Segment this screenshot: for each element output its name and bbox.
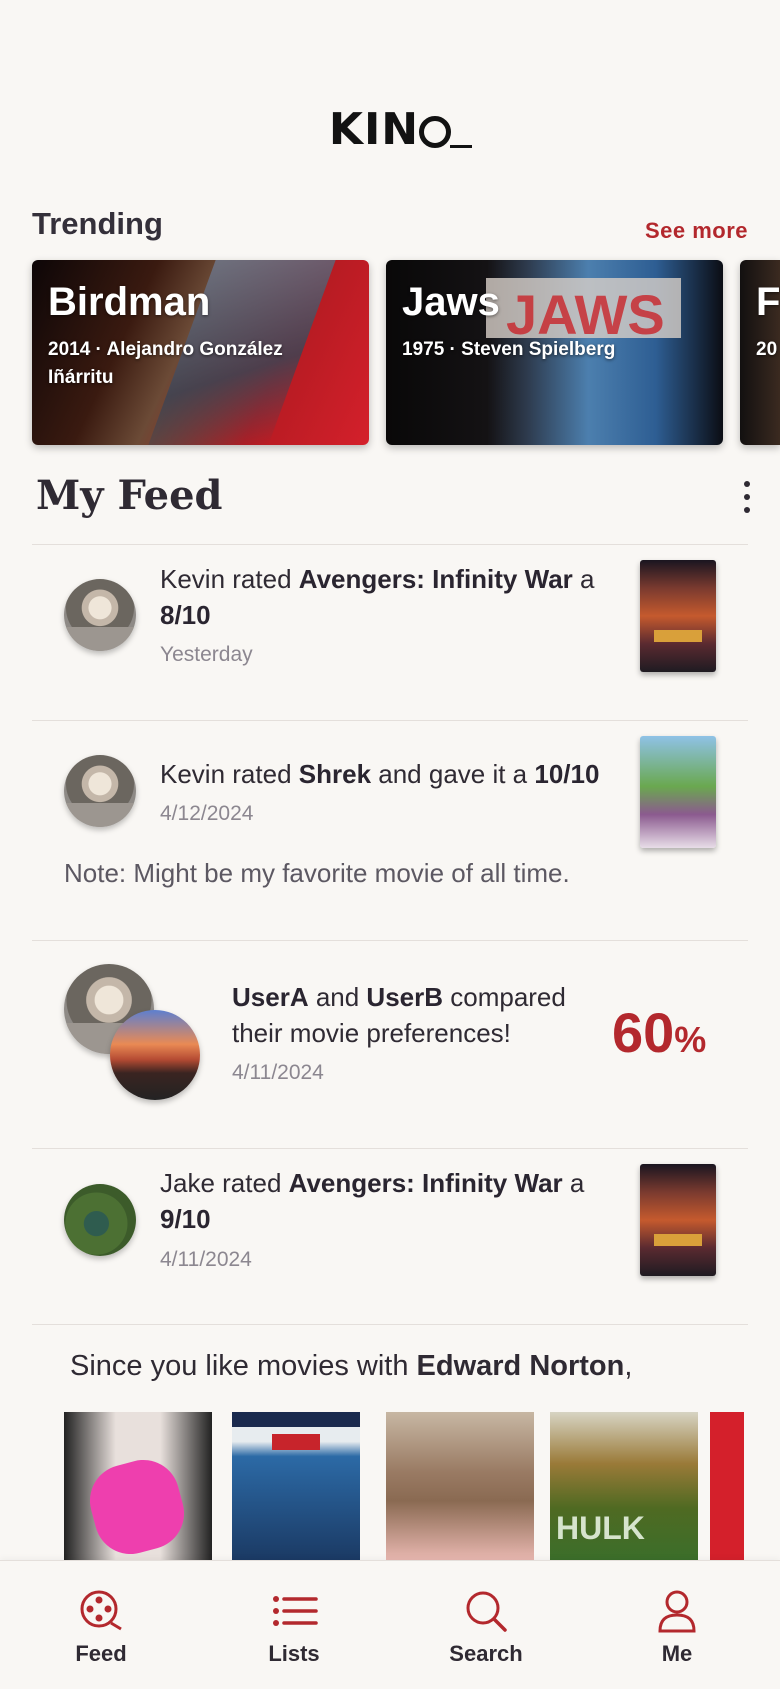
feed-item-text: UserA and UserB compared their movie pre… [232, 982, 566, 1048]
tab-feed[interactable]: Feed [36, 1589, 166, 1667]
trending-card-title: Jaws [402, 280, 500, 324]
trending-card-title: F [756, 280, 780, 324]
logo-text: KIN [328, 104, 420, 155]
trending-card-jaws[interactable]: Jaws 1975 · Steven Spielberg [386, 260, 723, 445]
trending-card-meta: 1975 · Steven Spielberg [402, 339, 616, 360]
feed-item-date: 4/12/2024 [160, 802, 254, 825]
trending-card-meta: 20 [756, 339, 778, 360]
movie-poster[interactable] [640, 736, 716, 848]
trending-card-meta: 2014 · Alejandro González Iñárritu [48, 339, 283, 388]
film-reel-icon [80, 1590, 122, 1631]
feed-item-text: Kevin rated Avengers: Infinity War a 8/1… [160, 564, 595, 630]
film-reel-icon [419, 116, 473, 148]
movie-poster[interactable] [640, 1164, 716, 1276]
feed-item-date: 4/11/2024 [232, 1061, 324, 1084]
recommendation-carousel[interactable] [64, 1412, 744, 1560]
feed-heading: My Feed [36, 472, 223, 519]
tab-search[interactable]: Search [421, 1589, 551, 1667]
avatar[interactable] [64, 1184, 136, 1256]
tab-label: Search [449, 1641, 523, 1666]
see-more-link[interactable]: See more [645, 218, 748, 244]
feed-item-date: Yesterday [160, 643, 253, 666]
divider [32, 720, 748, 721]
avatar[interactable] [64, 755, 136, 827]
trending-card-partial[interactable]: F 20 [740, 260, 780, 445]
trending-heading: Trending [32, 206, 163, 241]
recommended-poster[interactable] [64, 1412, 212, 1560]
tab-label: Lists [268, 1641, 320, 1666]
search-icon [466, 1591, 507, 1632]
recommended-poster[interactable] [710, 1412, 744, 1560]
movie-poster[interactable] [640, 560, 716, 672]
tab-label: Feed [75, 1641, 127, 1666]
divider [32, 1148, 748, 1149]
tab-me[interactable]: Me [612, 1589, 742, 1667]
avatar[interactable] [110, 1010, 200, 1100]
tab-lists[interactable]: Lists [229, 1589, 359, 1667]
feed-item-text: Jake rated Avengers: Infinity War a 9/10 [160, 1168, 585, 1234]
trending-card-birdman[interactable]: Birdman 2014 · Alejandro González Iñárri… [32, 260, 369, 445]
more-options-icon[interactable] [742, 481, 752, 515]
recommended-poster[interactable] [550, 1412, 698, 1560]
divider [32, 544, 748, 545]
person-icon [658, 1590, 696, 1633]
avatar[interactable] [64, 579, 136, 651]
divider [32, 1324, 748, 1325]
feed-item-note: Note: Might be my favorite movie of all … [64, 858, 570, 888]
list-icon [273, 1596, 318, 1626]
feed-item-text: Kevin rated Shrek and gave it a 10/10 [160, 759, 600, 789]
match-percentage: 60% [612, 1001, 707, 1064]
bottom-tab-bar: Feed Lists Search Me [0, 1560, 780, 1689]
recommended-poster[interactable] [232, 1412, 360, 1560]
divider [32, 940, 748, 941]
trending-card-title: Birdman [48, 280, 211, 324]
app-logo: KIN [0, 104, 780, 155]
feed-item-date: 4/11/2024 [160, 1248, 252, 1271]
tab-label: Me [661, 1641, 693, 1666]
recommended-poster[interactable] [386, 1412, 534, 1560]
recommendation-heading: Since you like movies with Edward Norton… [70, 1350, 633, 1382]
